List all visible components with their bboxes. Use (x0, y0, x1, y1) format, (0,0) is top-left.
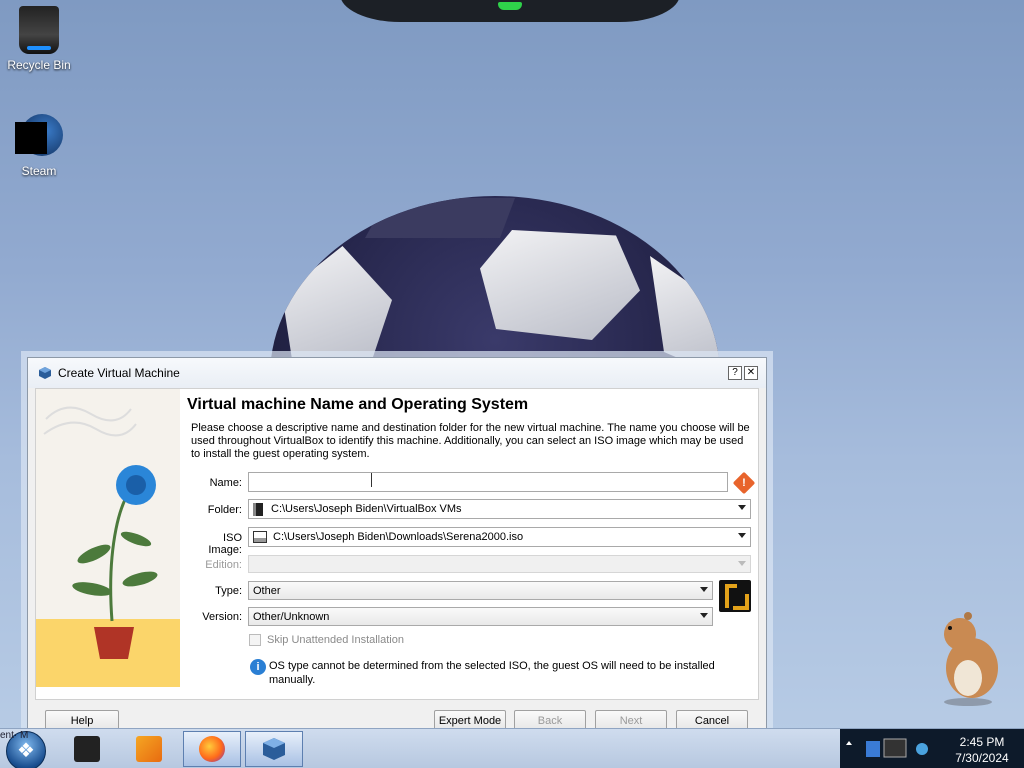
checkbox-box (249, 634, 261, 646)
type-label: Type: (215, 585, 242, 597)
edition-label: Edition: (205, 559, 242, 571)
iso-value: C:\Users\Joseph Biden\Downloads\Serena20… (273, 531, 524, 543)
skip-unattended-label: Skip Unattended Installation (267, 634, 404, 646)
desktop-icon-recycle-bin[interactable]: Recycle Bin (0, 6, 78, 72)
dialog-body: Virtual machine Name and Operating Syste… (35, 388, 759, 700)
dialog-title: Create Virtual Machine (58, 366, 180, 380)
type-select[interactable]: Other (248, 581, 713, 600)
taskbar-app-firefox[interactable] (183, 731, 241, 767)
virtualbox-cube-icon (39, 367, 51, 379)
wizard-illustration (36, 389, 180, 687)
taskbar-clock[interactable]: 2:45 PM 7/30/2024 (940, 729, 1024, 768)
taskbar: 2:45 PM 7/30/2024 (0, 728, 1024, 768)
steam-icon (15, 112, 63, 160)
chevron-down-icon (738, 533, 746, 538)
dialog-titlebar[interactable]: Create Virtual Machine ? ✕ (28, 358, 766, 388)
desktop-icon-steam[interactable]: Steam (0, 112, 78, 178)
close-title-button[interactable]: ✕ (744, 366, 758, 380)
version-label: Version: (202, 611, 242, 623)
help-title-button[interactable]: ? (728, 366, 742, 380)
system-tray (840, 729, 940, 768)
name-input[interactable] (248, 472, 728, 492)
virtualbox-icon (263, 738, 285, 760)
gadget-indicator-icon (498, 2, 522, 10)
wizard-content: Virtual machine Name and Operating Syste… (187, 389, 756, 699)
clock-time: 2:45 PM (959, 735, 1005, 749)
clock-date: 7/30/2024 (955, 751, 1009, 765)
info-icon: i (250, 659, 266, 675)
media-center-icon (74, 736, 100, 762)
media-player-icon (136, 736, 162, 762)
top-gadget (340, 0, 680, 22)
tray-icons (846, 738, 928, 758)
firefox-icon (199, 736, 225, 762)
name-label: Name: (209, 477, 242, 489)
disc-image-icon (253, 531, 267, 543)
chevron-down-icon (700, 587, 708, 592)
folder-label: Folder: (207, 504, 242, 516)
chevron-down-icon (738, 505, 746, 510)
iso-label: ISO Image: (208, 532, 242, 556)
warning-icon: ! (732, 471, 756, 495)
chevron-down-icon (738, 561, 746, 566)
text-cursor-icon (371, 473, 372, 487)
desktop-icon-label: Recycle Bin (7, 58, 71, 72)
recycle-bin-icon (19, 6, 59, 54)
taskbar-app-virtualbox[interactable] (245, 731, 303, 767)
page-description: Please choose a descriptive name and des… (191, 422, 750, 460)
taskbar-app-media-player[interactable] (120, 731, 178, 767)
chevron-down-icon (700, 613, 708, 618)
create-vm-dialog: Create Virtual Machine ? ✕ Virtual machi… (27, 357, 767, 737)
page-heading: Virtual machine Name and Operating Syste… (187, 396, 529, 413)
folder-icon (253, 502, 263, 516)
folder-value: C:\Users\Joseph Biden\VirtualBox VMs (271, 503, 462, 515)
type-value: Other (253, 584, 281, 597)
iso-select[interactable]: C:\Users\Joseph Biden\Downloads\Serena20… (248, 527, 751, 547)
plant-illustration-icon (43, 406, 158, 659)
truncated-window-label: ent· M (0, 730, 29, 741)
os-type-icon (719, 580, 751, 612)
folder-select[interactable]: C:\Users\Joseph Biden\VirtualBox VMs (248, 499, 751, 519)
info-text: OS type cannot be determined from the se… (269, 660, 715, 686)
version-value: Other/Unknown (253, 610, 330, 623)
taskbar-app-media-center[interactable] (58, 731, 116, 767)
hamster-pet-icon[interactable] (938, 606, 1002, 706)
version-select[interactable]: Other/Unknown (248, 607, 713, 626)
desktop-icon-label: Steam (21, 164, 57, 178)
edition-select (248, 555, 751, 573)
os-info-message: i OS type cannot be determined from the … (250, 659, 739, 687)
skip-unattended-checkbox: Skip Unattended Installation (249, 634, 404, 646)
